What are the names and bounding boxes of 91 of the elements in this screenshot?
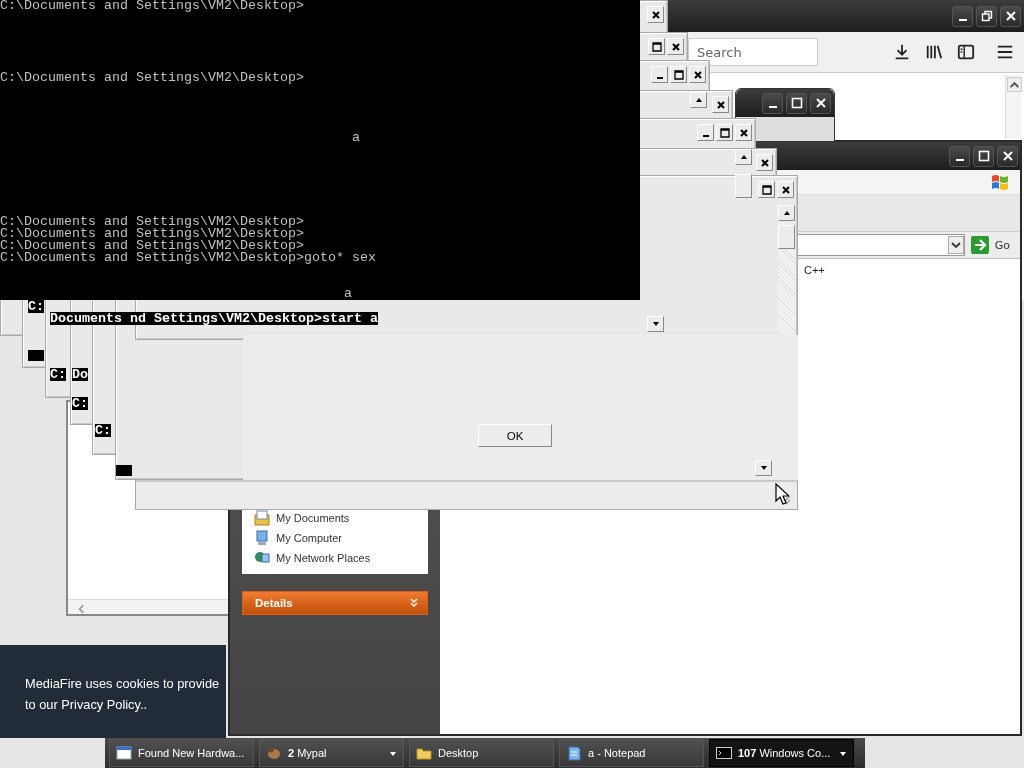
scroll-down-button[interactable]: [755, 460, 772, 476]
place-link[interactable]: My Documents: [254, 510, 418, 526]
taskbar-button[interactable]: a - Notepad: [559, 739, 704, 767]
close-icon: [738, 127, 749, 138]
folder-icon: [416, 745, 432, 761]
console-line: a: [352, 132, 360, 144]
globe-computer-icon: [254, 550, 270, 566]
cookie-text: to our Privacy Policy..: [25, 696, 149, 714]
notepad-icon: [566, 745, 582, 761]
console-text: C:: [95, 424, 111, 437]
taskbar-button[interactable]: Desktop: [409, 739, 554, 767]
folder-icon: [254, 510, 270, 526]
console-line: C:\Documents and Settings\VM2\Desktop>: [0, 228, 304, 240]
scroll-up-button[interactable]: [778, 205, 795, 221]
close-icon: [692, 69, 703, 80]
file-name: C++: [804, 264, 825, 276]
menu-icon[interactable]: [996, 43, 1014, 61]
scroll-thumb[interactable]: [778, 225, 795, 249]
scroll-up-icon[interactable]: [1007, 77, 1022, 92]
console-line: C:\Documents and Settings\VM2\Desktop>: [0, 72, 304, 84]
console-line: C:\Documents and Settings\VM2\Desktop>: [0, 240, 304, 252]
library-icon[interactable]: [925, 43, 943, 61]
console-text: C:: [72, 397, 88, 410]
place-link[interactable]: My Network Places: [254, 550, 418, 566]
download-icon[interactable]: [893, 43, 911, 61]
cookie-text: MediaFire uses cookies to provide: [25, 675, 221, 693]
close-button[interactable]: [810, 92, 831, 114]
console-line: C:\Documents and Settings\VM2\Desktop>: [0, 0, 304, 12]
close-icon: [780, 184, 791, 195]
console-block: [116, 465, 132, 476]
console-line: a: [344, 288, 352, 300]
maximize-button[interactable]: [973, 145, 994, 167]
close-button[interactable]: [997, 145, 1018, 167]
window-icon: [116, 745, 132, 761]
minimize-icon: [768, 106, 777, 108]
dropdown-icon[interactable]: [947, 236, 964, 254]
minimize-icon: [958, 19, 967, 21]
console-text: Documents nd Settings\VM2\Desktop>start a: [50, 312, 378, 325]
close-icon: [814, 97, 827, 109]
console-line: C:\Documents and Settings\VM2\Desktop>: [0, 216, 304, 228]
maximize-icon: [673, 69, 684, 80]
minimize-icon: [702, 134, 709, 137]
close-icon: [1001, 150, 1014, 162]
scrollbar[interactable]: [1005, 75, 1021, 139]
sidebar-icon[interactable]: [957, 43, 975, 61]
scroll-up-button[interactable]: [735, 149, 752, 165]
restore-icon: [980, 10, 993, 22]
maximize-icon: [761, 184, 772, 195]
arrow-icon: [970, 236, 989, 254]
caret-icon: [839, 750, 847, 758]
minimize-icon: [955, 159, 964, 161]
details-header[interactable]: Details: [242, 591, 428, 615]
console-icon: [716, 745, 732, 761]
close-icon: [715, 99, 726, 110]
scroll-thumb[interactable]: [735, 174, 752, 198]
maximize-icon: [790, 97, 803, 109]
windows-flag-icon: [990, 172, 1010, 192]
maximize-icon: [651, 41, 662, 52]
go-button[interactable]: Go: [964, 234, 1020, 256]
computer-icon: [254, 530, 270, 546]
close-icon: [650, 9, 661, 20]
maximize-button[interactable]: [786, 92, 807, 114]
minimize-button[interactable]: [952, 5, 973, 27]
taskbar-button[interactable]: 107 Windows Co...: [709, 739, 854, 767]
console-block: [28, 350, 44, 361]
scroll-down-button[interactable]: [647, 316, 664, 332]
console-text: Do: [72, 368, 88, 381]
close-button[interactable]: [1000, 5, 1021, 27]
scroll-up-button[interactable]: [690, 92, 707, 108]
console-text: C:: [28, 300, 44, 313]
close-icon: [670, 41, 681, 52]
search-field[interactable]: Search: [688, 38, 818, 66]
close-icon: [1004, 10, 1017, 22]
animal-icon: [266, 745, 282, 761]
close-icon: [759, 157, 770, 168]
maximize-icon: [719, 127, 730, 138]
maximize-icon: [977, 150, 990, 162]
taskbar-button[interactable]: 2 Mypal: [259, 739, 404, 767]
minimize-button[interactable]: [762, 92, 783, 114]
minimize-icon: [656, 76, 663, 79]
console-line: C:\Documents and Settings\VM2\Desktop>goto* sex: [0, 252, 376, 264]
restore-button[interactable]: [976, 5, 997, 27]
caret-icon: [389, 750, 397, 758]
place-link[interactable]: My Computer: [254, 530, 418, 546]
scrollbar[interactable]: [68, 599, 228, 614]
mouse-cursor-icon: [775, 483, 789, 505]
console-text: C:: [50, 368, 66, 381]
minimize-button[interactable]: [949, 145, 970, 167]
taskbar-button[interactable]: Found New Hardwa...: [109, 739, 254, 767]
ok-button[interactable]: OK: [478, 424, 552, 447]
scrollbar[interactable]: [778, 205, 795, 335]
